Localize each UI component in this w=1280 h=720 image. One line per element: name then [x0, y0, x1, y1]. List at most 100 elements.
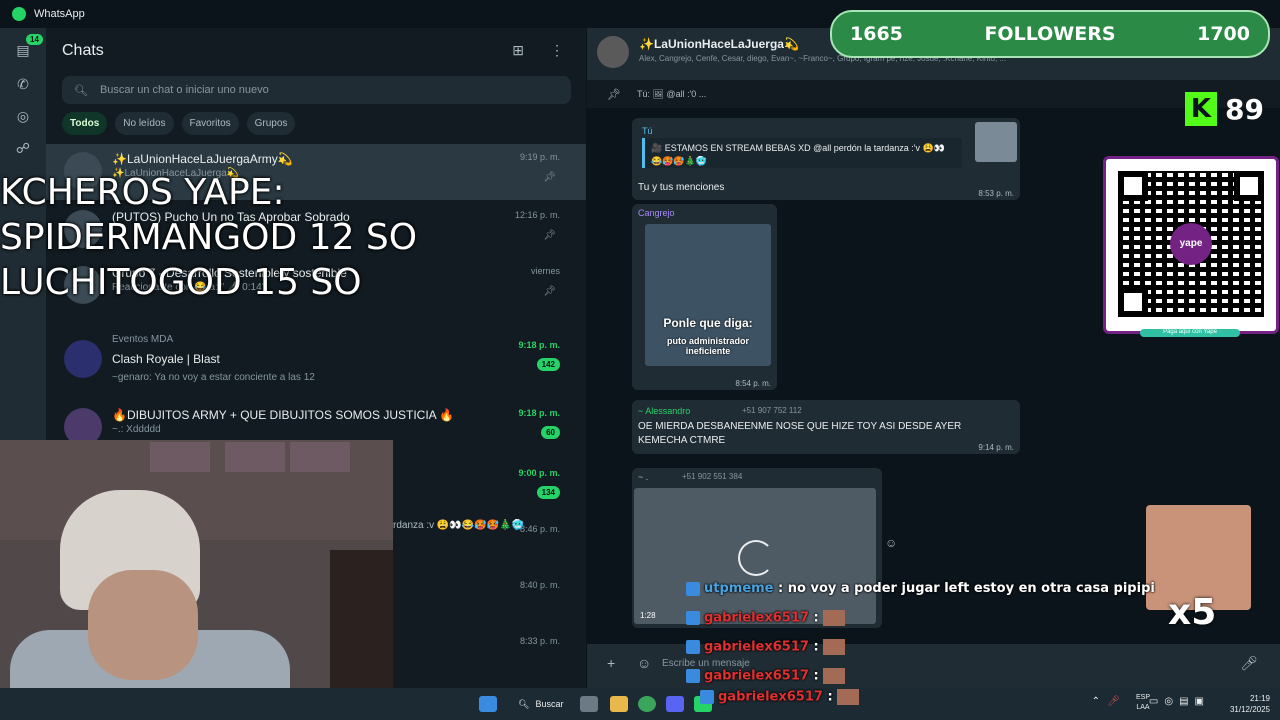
message-bubble: ~ Alessandro +51 907 752 112 OE MIERDA D…: [632, 400, 1020, 454]
calls-icon[interactable]: ✆: [13, 74, 33, 94]
message-author: ~ Alessandro: [638, 406, 691, 416]
react-icon[interactable]: ☺: [885, 536, 897, 550]
multiplier-label: x5: [1168, 592, 1217, 633]
chrome-icon[interactable]: [638, 696, 656, 712]
kick-logo-icon: K: [1185, 92, 1217, 126]
attach-icon[interactable]: +: [607, 655, 615, 671]
status-icon[interactable]: ◎: [13, 106, 33, 126]
filter-no-leidos[interactable]: No leídos: [115, 112, 174, 135]
filter-chips: Todos No leídos Favoritos Grupos: [62, 112, 296, 135]
chat-name: Clash Royale | Blast: [112, 352, 220, 366]
chat-text: :: [813, 668, 819, 684]
chat-badge-icon: [686, 669, 700, 683]
meme-image[interactable]: Ponle que diga: puto administrador inefi…: [645, 224, 771, 366]
channels-icon[interactable]: ☍: [13, 138, 33, 158]
message-author: Tú: [642, 126, 653, 136]
unread-count: 142: [536, 358, 560, 371]
chat-preview: ~genaro: Ya no voy a estar conciente a l…: [112, 372, 315, 383]
pinned-text: Tú: 🖼 @all :'0 ...: [637, 88, 707, 99]
emote-icon: [822, 668, 845, 684]
microphone-tray-icon[interactable]: 🎤︎: [1107, 696, 1120, 707]
emote-icon: [822, 610, 845, 626]
chat-time: 8:33 p. m.: [519, 636, 560, 646]
pin-icon: 📌︎: [543, 230, 556, 241]
video-duration: 1:28: [640, 611, 656, 620]
stream-chat-line: utpmeme : no voy a poder jugar left esto…: [686, 581, 1155, 596]
message-author: Cangrejo: [638, 208, 675, 218]
community-name: Eventos MDA: [112, 334, 174, 345]
task-view-icon[interactable]: [580, 696, 598, 712]
video-thumbnail[interactable]: 1:28: [634, 488, 876, 624]
pin-icon: 📌︎: [607, 88, 621, 101]
chat-name: ✨LaUnionHaceLaJuergaArmy💫: [112, 152, 293, 166]
webcam-feed: [0, 440, 393, 688]
followers-current: 1665: [850, 23, 903, 45]
chat-time: 9:18 p. m.: [518, 408, 560, 418]
qr-pattern: yape: [1118, 171, 1264, 317]
message-time: 9:14 p. m.: [978, 443, 1014, 452]
new-chat-icon[interactable]: ⊞: [512, 42, 524, 59]
taskbar: 🔍︎ Buscar gabrielex6517 : ⌃ 🎤︎ ESP LAA ▭…: [0, 688, 1280, 720]
file-explorer-icon[interactable]: [610, 696, 628, 712]
chats-heading: Chats: [62, 42, 104, 59]
clock-date: 31/12/2025: [1229, 705, 1270, 714]
filter-favoritos[interactable]: Favoritos: [181, 112, 239, 135]
yape-qr-code: yape: [1103, 156, 1279, 334]
message-time: 8:53 p. m.: [978, 189, 1014, 198]
whatsapp-logo-icon: [12, 7, 26, 21]
system-tray-icons[interactable]: ▭◎▤▣: [1149, 696, 1210, 707]
search-input[interactable]: 🔍︎ Buscar un chat o iniciar uno nuevo: [62, 76, 571, 104]
filter-grupos[interactable]: Grupos: [246, 112, 296, 135]
emoji-icon[interactable]: ☺: [637, 655, 651, 671]
chat-badge-icon: [686, 581, 700, 596]
chat-username: gabrielex6517: [718, 689, 823, 705]
menu-icon[interactable]: ⋮: [550, 42, 564, 59]
discord-icon[interactable]: [666, 696, 684, 712]
chat-time: 9:19 p. m.: [519, 152, 560, 162]
message-bubble: Tú 🎥 ESTAMOS EN STREAM BEBAS XD @all per…: [632, 118, 1020, 200]
chat-preview-fragment: rdanza :v 😩👀😂🥵🥵🎄🥶: [393, 520, 525, 531]
chat-text: : no voy a poder jugar left estoy en otr…: [778, 581, 1155, 596]
emote-icon: [836, 689, 859, 705]
pin-icon: 📌︎: [543, 286, 556, 297]
quoted-message[interactable]: 🎥 ESTAMOS EN STREAM BEBAS XD @all perdón…: [642, 138, 962, 168]
chat-time: viernes: [530, 266, 560, 276]
message-author: ~ .: [638, 472, 649, 482]
chat-username: gabrielex6517: [704, 639, 809, 655]
message-text: Tu y tus menciones: [638, 182, 725, 193]
chat-badge-icon: [686, 640, 700, 654]
viewer-count: 89: [1225, 92, 1264, 126]
language-indicator[interactable]: ESP LAA: [1136, 693, 1150, 713]
followers-goal-bar: 1665 FOLLOWERS 1700: [830, 10, 1270, 58]
unread-badge: 14: [26, 34, 43, 45]
chat-text: :: [813, 610, 819, 626]
taskbar-search[interactable]: 🔍︎ Buscar: [510, 694, 570, 714]
overlay-line: LUCHITOGOD 15 SO: [0, 262, 362, 303]
chat-username: gabrielex6517: [704, 668, 809, 684]
clock-time: 21:19: [1249, 694, 1270, 703]
filter-todos[interactable]: Todos: [62, 112, 108, 135]
group-avatar: [597, 36, 629, 68]
windows-start-icon[interactable]: [479, 696, 497, 712]
meme-caption: puto administrador ineficiente: [666, 336, 749, 356]
stream-chat-line: gabrielex6517 :: [686, 610, 845, 626]
yape-donors-overlay: KCHEROS YAPE: SPIDERMANGOD 12 SO LUCHITO…: [0, 170, 417, 305]
loading-spinner-icon: [738, 540, 774, 576]
unread-count: 134: [536, 486, 560, 499]
taskbar-clock[interactable]: 21:19 31/12/2025: [1230, 693, 1270, 715]
chat-row[interactable]: Eventos MDA Clash Royale | Blast ~genaro…: [46, 332, 586, 388]
chat-text: :: [813, 639, 819, 655]
emote-icon: [822, 639, 845, 655]
search-icon: 🔍︎: [74, 84, 88, 97]
app-title: WhatsApp: [34, 8, 85, 20]
stream-chat-line: gabrielex6517 :: [686, 668, 845, 684]
chat-time: 8:40 p. m.: [519, 580, 560, 590]
microphone-icon[interactable]: 🎤︎: [1240, 655, 1258, 672]
stream-chat-line: gabrielex6517 :: [686, 639, 845, 655]
group-name: ✨LaUnionHaceLaJuerga💫: [639, 37, 799, 51]
pin-icon: 📌︎: [543, 172, 556, 183]
overlay-line: KCHEROS YAPE:: [0, 172, 285, 213]
followers-goal: 1700: [1197, 23, 1250, 45]
tray-overflow-icon[interactable]: ⌃: [1092, 696, 1100, 707]
pinned-message-bar[interactable]: 📌︎ Tú: 🖼 @all :'0 ...: [587, 80, 1280, 108]
